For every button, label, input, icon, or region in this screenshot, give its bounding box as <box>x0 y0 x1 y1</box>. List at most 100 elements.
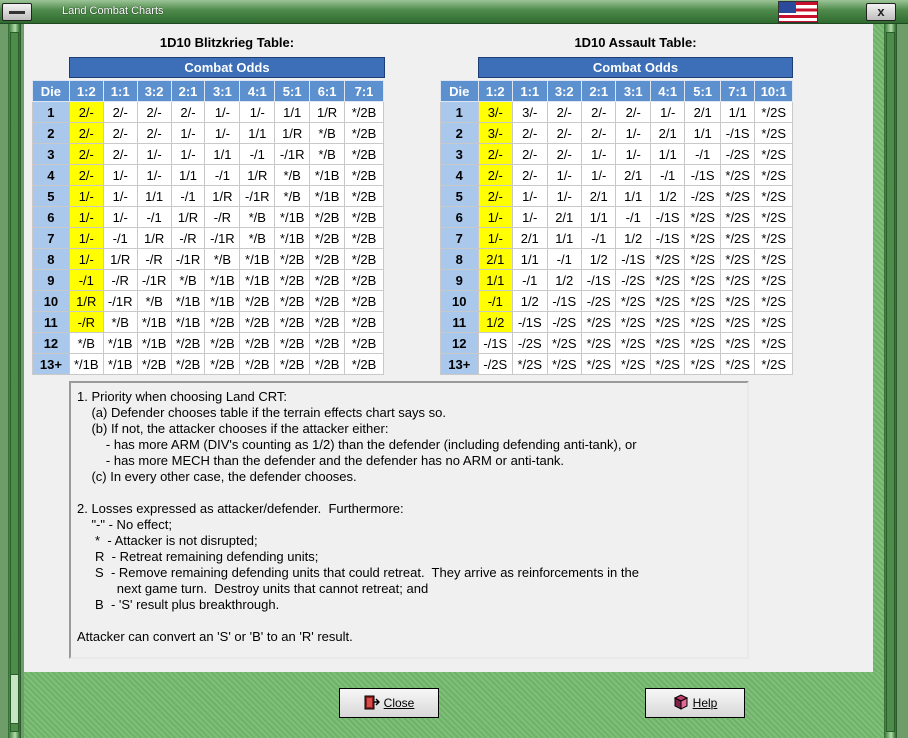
notes-line: next game turn. Destroy units that canno… <box>77 581 429 596</box>
assault-col-header: 4:1 <box>649 80 686 102</box>
assault-result-cell: -/2S <box>477 353 514 375</box>
blitz-result-cell: */2B <box>344 269 384 291</box>
notes-line: * - Attacker is not disrupted; <box>77 533 258 548</box>
blitz-result-cell: -/R <box>136 248 172 270</box>
system-menu-button[interactable] <box>2 3 32 21</box>
blitz-result-cell: */2B <box>344 143 384 165</box>
blitz-result-cell: 1/R <box>239 164 276 186</box>
blitz-result-cell: -/1R <box>204 227 241 249</box>
blitz-result-cell: */B <box>68 332 104 354</box>
blitz-result-cell: 1/1 <box>136 185 172 207</box>
blitz-result-cell: */2B <box>274 269 311 291</box>
title-bar[interactable]: Land Combat Charts x <box>0 0 908 24</box>
assault-result-cell: 1/2 <box>649 185 686 207</box>
blitz-result-cell: 1/- <box>204 122 241 144</box>
assault-result-cell: 2/- <box>477 143 514 165</box>
blitz-result-cell: */2B <box>344 122 384 144</box>
blitz-result-cell: 1/- <box>239 101 276 123</box>
blitz-result-cell: */2B <box>274 353 311 375</box>
assault-col-header: Die <box>440 80 479 102</box>
blitz-result-cell: 2/- <box>68 101 104 123</box>
assault-result-cell: */2S <box>615 311 651 333</box>
assault-result-cell: 2/1 <box>684 101 721 123</box>
assault-result-cell: 1/1 <box>580 206 617 228</box>
assault-col-header: 3:1 <box>615 80 651 102</box>
assault-table-row: 1 3/- 3/- 2/- 2/- 2/- 1/- 2/1 1/1 */2S <box>440 101 793 123</box>
blitz-result-cell: */2B <box>274 290 311 312</box>
assault-result-cell: */2S <box>684 311 721 333</box>
assault-result-cell: 1/1 <box>477 269 514 291</box>
assault-table-row: 13+ -/2S */2S */2S */2S */2S */2S */2S */2S */2S <box>440 353 793 375</box>
assault-die-cell: 7 <box>440 227 479 249</box>
assault-die-cell: 6 <box>440 206 479 228</box>
assault-result-cell: 2/1 <box>580 185 617 207</box>
assault-result-cell: 1/2 <box>546 269 582 291</box>
notes-line <box>77 613 747 629</box>
blitz-result-cell: */2B <box>344 227 384 249</box>
close-window-button[interactable]: x <box>866 3 896 21</box>
notes-line: 1. Priority when choosing Land CRT: <box>77 389 288 404</box>
blitz-table-row: 1 2/- 2/- 2/- 2/- 1/- 1/- 1/1 1/R */2B <box>32 101 384 123</box>
assault-result-cell: -/1S <box>546 290 582 312</box>
assault-crt-table: Die 1:2 1:1 3:2 2:1 3:1 4:1 5:1 7:1 10:1 1 3/- 3/- 2/… <box>440 80 793 375</box>
assault-table-row: 3 2/- 2/- 2/- 1/- 1/- 1/1 -/1 -/2S */2S <box>440 143 793 165</box>
blitz-table-row: 10 1/R -/1R */B */1B */1B */2B */2B */2B */2B <box>32 290 384 312</box>
left-scroll-thumb[interactable] <box>10 674 19 724</box>
blitz-combat-odds-header: Combat Odds <box>69 57 385 78</box>
assault-result-cell: -/2S <box>512 332 548 354</box>
assault-die-cell: 12 <box>440 332 479 354</box>
assault-result-cell: -/1S <box>719 122 756 144</box>
assault-result-cell: */2S <box>754 164 793 186</box>
blitz-result-cell: */B <box>309 122 346 144</box>
blitz-table-row: 8 1/- 1/R -/R -/1R */B */1B */2B */2B */2B <box>32 248 384 270</box>
blitz-result-cell: */B <box>239 227 276 249</box>
assault-result-cell: */2S <box>719 290 756 312</box>
blitz-result-cell: 2/- <box>102 122 138 144</box>
blitz-result-cell: */2B <box>204 332 241 354</box>
close-button[interactable]: Close <box>339 688 439 718</box>
assault-result-cell: */2S <box>719 185 756 207</box>
blitz-table-row: 2 2/- 2/- 2/- 1/- 1/- 1/1 1/R */B */2B <box>32 122 384 144</box>
assault-result-cell: 1/1 <box>649 143 686 165</box>
assault-result-cell: */2S <box>754 248 793 270</box>
blitz-result-cell: */2B <box>344 311 384 333</box>
us-flag-icon <box>778 1 818 23</box>
assault-result-cell: 2/- <box>512 164 548 186</box>
blitz-result-cell: 2/- <box>102 101 138 123</box>
assault-result-cell: */2S <box>649 248 686 270</box>
assault-result-cell: 2/1 <box>477 248 514 270</box>
blitz-result-cell: */2B <box>309 269 346 291</box>
blitz-result-cell: */1B <box>239 269 276 291</box>
assault-result-cell: -/1 <box>512 269 548 291</box>
assault-result-cell: 1/2 <box>512 290 548 312</box>
notes-line: - has more MECH than the defender and th… <box>77 453 565 468</box>
assault-col-header: 1:1 <box>512 80 548 102</box>
blitz-result-cell: 2/- <box>68 122 104 144</box>
blitz-result-cell: -/1 <box>68 269 104 291</box>
assault-result-cell: -/2S <box>580 290 617 312</box>
assault-result-cell: 2/- <box>477 185 514 207</box>
assault-result-cell: */2S <box>684 353 721 375</box>
blitz-result-cell: -/R <box>170 227 206 249</box>
help-button[interactable]: Help <box>645 688 745 718</box>
notes-line: - has more ARM (DIV's counting as 1/2) t… <box>77 437 637 452</box>
blitz-result-cell: */2B <box>344 332 384 354</box>
assault-table-title: 1D10 Assault Table: <box>574 35 697 50</box>
blitz-result-cell: */2B <box>274 311 311 333</box>
assault-col-header: 10:1 <box>754 80 793 102</box>
blitz-die-cell: 13+ <box>32 353 70 375</box>
notes-line: (b) If not, the attacker chooses if the … <box>77 421 389 436</box>
blitz-die-cell: 4 <box>32 164 70 186</box>
blitz-result-cell: 1/- <box>102 206 138 228</box>
assault-result-cell: -/1S <box>615 248 651 270</box>
assault-result-cell: 1/1 <box>546 227 582 249</box>
blitz-result-cell: 2/- <box>136 122 172 144</box>
button-bar <box>24 672 884 738</box>
assault-result-cell: 2/1 <box>512 227 548 249</box>
assault-result-cell: */2S <box>754 206 793 228</box>
assault-result-cell: 1/- <box>477 206 514 228</box>
assault-result-cell: */2S <box>684 227 721 249</box>
notes-line: R - Retreat remaining defending units; <box>77 549 319 564</box>
assault-result-cell: */2S <box>754 143 793 165</box>
assault-result-cell: 2/- <box>615 101 651 123</box>
